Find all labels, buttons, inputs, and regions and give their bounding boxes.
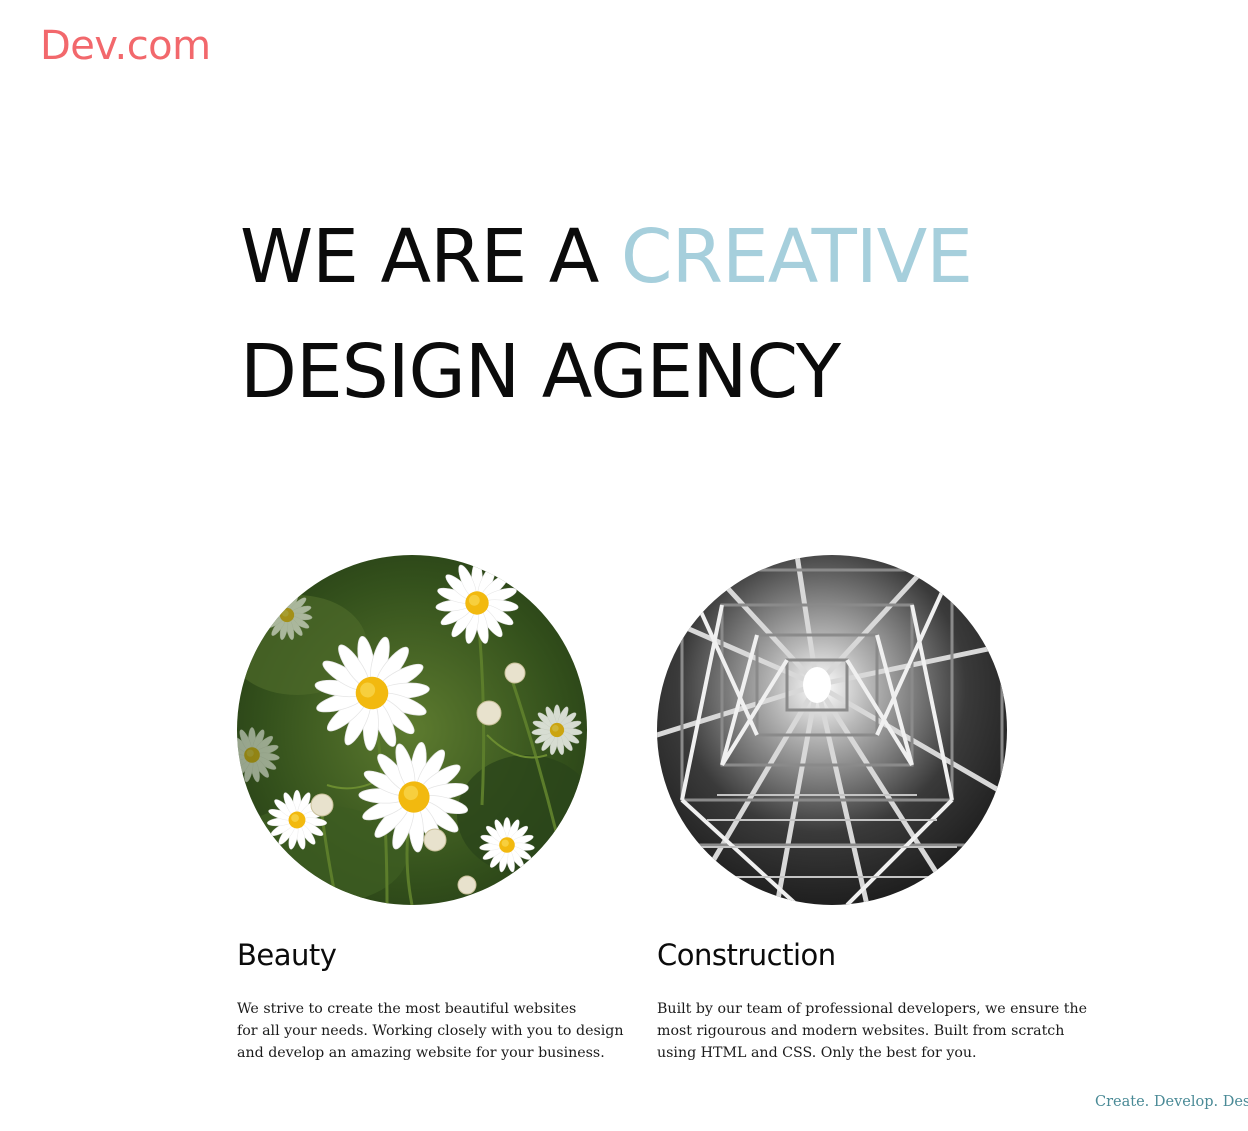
beauty-description-line-3: and develop an amazing website for your … <box>237 1045 605 1061</box>
construction-description-line-1: Built by our team of professional develo… <box>657 1001 1088 1017</box>
steel-structure-photo-illustration <box>657 555 1007 905</box>
footer-tagline: Create. Develop. Desig <box>1095 1094 1248 1110</box>
beauty-description: We strive to create the most beautiful w… <box>237 998 637 1064</box>
hero-line-2: DESIGN AGENCY <box>240 329 841 415</box>
construction-image <box>657 555 1007 905</box>
service-card-beauty: Beauty We strive to create the most beau… <box>237 555 637 1064</box>
beauty-title: Beauty <box>237 938 337 972</box>
hero-line-1-prefix: WE ARE A <box>240 214 621 300</box>
service-card-construction: Construction Built by our team of profes… <box>657 555 1088 1064</box>
hero-line-1: WE ARE A CREATIVE <box>240 200 1140 315</box>
hero-accent-word: CREATIVE <box>620 214 973 300</box>
construction-title: Construction <box>657 938 836 972</box>
construction-description-line-2: most rigourous and modern websites. Buil… <box>657 1023 1065 1039</box>
beauty-description-line-1: We strive to create the most beautiful w… <box>237 1001 577 1017</box>
daisy-photo-illustration <box>237 555 587 905</box>
beauty-description-line-2: for all your needs. Working closely with… <box>237 1023 624 1039</box>
hero-heading: WE ARE A CREATIVE DESIGN AGENCY <box>240 200 1140 430</box>
construction-description-line-3: using HTML and CSS. Only the best for yo… <box>657 1045 977 1061</box>
construction-description: Built by our team of professional develo… <box>657 998 1088 1064</box>
beauty-image <box>237 555 587 905</box>
logo-link[interactable]: Dev.com <box>40 20 211 72</box>
